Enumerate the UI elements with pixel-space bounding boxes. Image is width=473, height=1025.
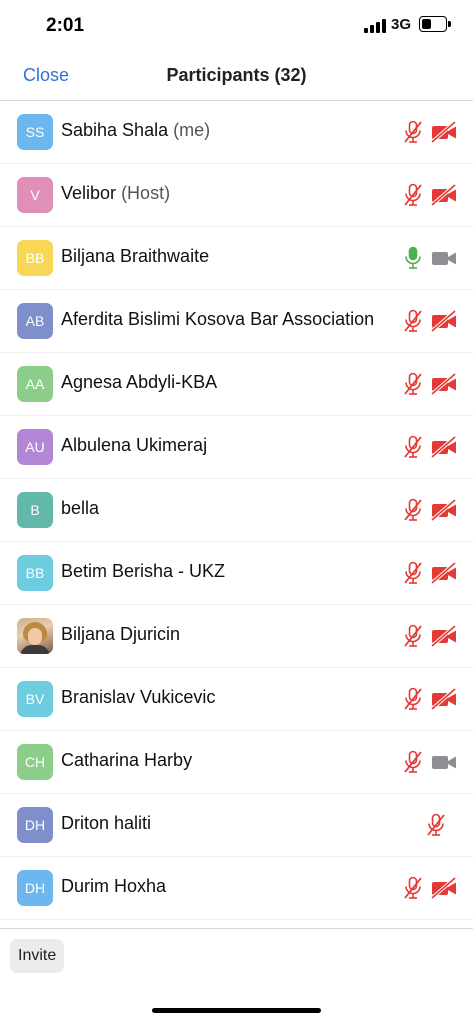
participant-name: Catharina Harby: [61, 750, 192, 771]
avatar: V: [17, 177, 53, 213]
video-camera-off-icon[interactable]: [430, 120, 457, 144]
participant-name-text: Biljana Braithwaite: [61, 246, 210, 266]
microphone-muted-icon[interactable]: [402, 309, 424, 333]
avatar: [17, 618, 53, 654]
participant-name-text: bella: [61, 498, 100, 518]
participant-name: Agnesa Abdyli-KBA: [61, 372, 217, 393]
video-camera-icon[interactable]: [431, 750, 457, 774]
participant-name-text: Catharina Harby: [61, 750, 193, 770]
microphone-muted-icon[interactable]: [425, 813, 447, 837]
avatar: AU: [17, 429, 53, 465]
participant-name: Albulena Ukimeraj: [61, 435, 207, 456]
microphone-muted-icon[interactable]: [402, 120, 424, 144]
participant-name: Durim Hoxha: [61, 876, 166, 897]
page-title: Participants (32): [166, 65, 307, 85]
participant-row[interactable]: DH Durim Hoxha: [0, 857, 473, 920]
participant-name: Biljana Braithwaite: [61, 246, 209, 267]
battery-icon: [419, 16, 451, 32]
participant-name: Sabiha Shala (me): [61, 120, 210, 141]
avatar: DH: [17, 807, 53, 843]
participant-name-text: Biljana Djuricin: [61, 624, 181, 644]
avatar: B: [17, 492, 53, 528]
home-indicator: [152, 1008, 321, 1013]
participant-row[interactable]: Bbella: [0, 479, 473, 542]
network-type: 3G: [391, 16, 412, 33]
participant-name-text: Branislav Vukicevic: [61, 687, 216, 707]
avatar: AB: [17, 303, 53, 339]
video-camera-icon[interactable]: [431, 246, 457, 270]
participant-role-suffix: (me): [173, 120, 211, 140]
microphone-muted-icon[interactable]: [402, 750, 424, 774]
microphone-muted-icon[interactable]: [402, 372, 424, 396]
participant-name-text: Velibor: [61, 183, 117, 203]
avatar: SS: [17, 114, 53, 150]
participant-row[interactable]: DH Driton haliti: [0, 794, 473, 857]
participant-name: Driton haliti: [61, 813, 151, 834]
participant-row[interactable]: BB Biljana Braithwaite: [0, 227, 473, 290]
microphone-muted-icon[interactable]: [402, 498, 424, 522]
participant-row[interactable]: SS Sabiha Shala (me): [0, 101, 473, 164]
video-camera-off-icon[interactable]: [430, 498, 457, 522]
video-camera-off-icon[interactable]: [430, 372, 457, 396]
status-time: 2:01: [46, 15, 85, 36]
video-camera-off-icon[interactable]: [430, 183, 457, 207]
video-camera-off-icon[interactable]: [430, 309, 457, 333]
avatar: BB: [17, 240, 53, 276]
participant-row[interactable]: CH Catharina Harby: [0, 731, 473, 794]
participant-row[interactable]: AB Aferdita Bislimi Kosova Bar Associatio…: [0, 290, 473, 353]
participant-name: Branislav Vukicevic: [61, 687, 215, 708]
avatar: CH: [17, 744, 53, 780]
participant-list: SS Sabiha Shala (me) V Velibor (Host) BB Bilj…: [0, 101, 473, 920]
participant-name-text: Sabiha Shala: [61, 120, 169, 140]
participant-row[interactable]: V Velibor (Host): [0, 164, 473, 227]
participant-name-text: Durim Hoxha: [61, 876, 167, 896]
microphone-muted-icon[interactable]: [402, 876, 424, 900]
cellular-signal-icon: [364, 19, 386, 33]
participant-name: bella: [61, 498, 99, 519]
avatar: AA: [17, 366, 53, 402]
invite-button[interactable]: Invite: [10, 939, 65, 973]
participant-row[interactable]: BB Betim Berisha - UKZ: [0, 542, 473, 605]
participant-name-text: Albulena Ukimeraj: [61, 435, 208, 455]
avatar: BB: [17, 555, 53, 591]
participant-name-text: Agnesa Abdyli-KBA: [61, 372, 218, 392]
participant-row[interactable]: AU Albulena Ukimeraj: [0, 416, 473, 479]
microphone-muted-icon[interactable]: [402, 183, 424, 207]
video-camera-off-icon[interactable]: [430, 435, 457, 459]
participant-row[interactable]: Biljana Djuricin: [0, 605, 473, 668]
microphone-muted-icon[interactable]: [402, 561, 424, 585]
microphone-icon[interactable]: [402, 246, 424, 270]
status-bar: 2:01 3G: [0, 0, 473, 50]
participant-role-suffix: (Host): [121, 183, 171, 203]
participant-name-text: Betim Berisha - UKZ: [61, 561, 226, 581]
participant-name: Betim Berisha - UKZ: [61, 561, 225, 582]
microphone-muted-icon[interactable]: [402, 624, 424, 648]
video-camera-off-icon[interactable]: [430, 561, 457, 585]
video-camera-off-icon[interactable]: [430, 624, 457, 648]
participant-row[interactable]: AA Agnesa Abdyli-KBA: [0, 353, 473, 416]
participant-name-text: Driton haliti: [61, 813, 152, 833]
participant-name: Aferdita Bislimi Kosova Bar Association: [61, 309, 374, 330]
participant-name: Velibor (Host): [61, 183, 170, 204]
participant-row[interactable]: BV Branislav Vukicevic: [0, 668, 473, 731]
avatar: BV: [17, 681, 53, 717]
microphone-muted-icon[interactable]: [402, 435, 424, 459]
participant-name: Biljana Djuricin: [61, 624, 180, 645]
video-camera-off-icon[interactable]: [430, 687, 457, 711]
video-camera-off-icon[interactable]: [430, 876, 457, 900]
microphone-muted-icon[interactable]: [402, 687, 424, 711]
nav-bar: Close Participants (32): [0, 50, 473, 101]
participant-name-text: Aferdita Bislimi Kosova Bar Association: [61, 309, 375, 329]
avatar: DH: [17, 870, 53, 906]
bottom-toolbar: Invite: [0, 928, 473, 1025]
